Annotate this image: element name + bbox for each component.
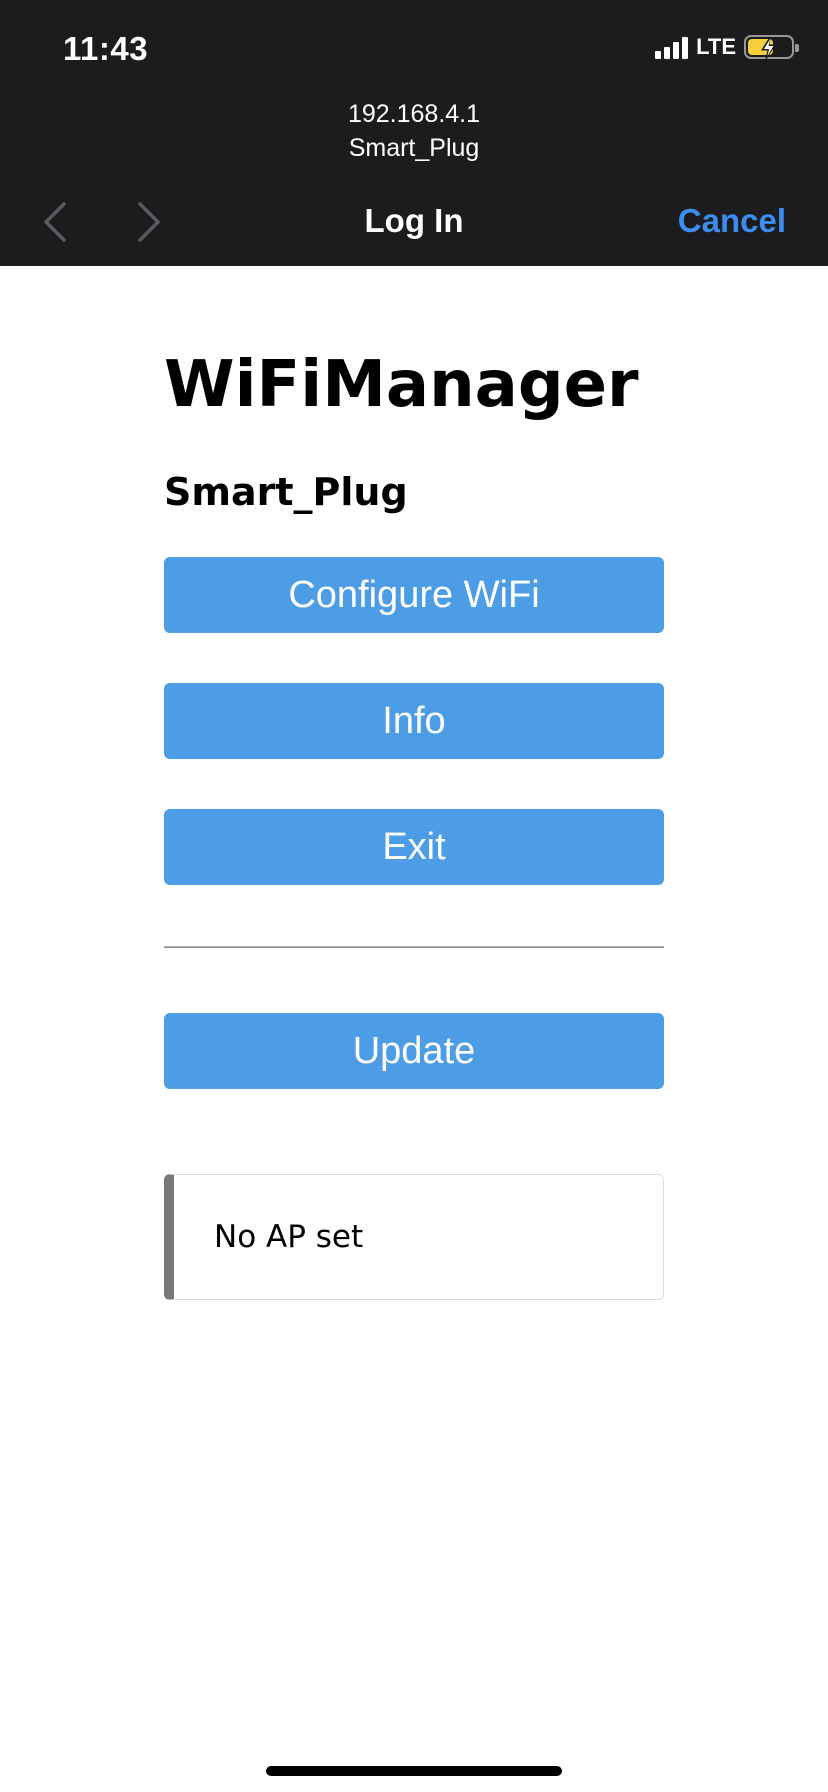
page-host: 192.168.4.1 — [347, 100, 481, 128]
page-title: WiFiManager — [164, 348, 639, 422]
battery-cap — [795, 44, 799, 52]
status-indicators: LTE — [655, 34, 799, 60]
cellular-signal-icon — [655, 35, 689, 59]
cancel-button[interactable]: Cancel — [678, 202, 786, 240]
info-button[interactable]: Info — [164, 683, 664, 759]
status-message-box: No AP set — [164, 1174, 664, 1300]
battery-icon — [744, 35, 799, 60]
exit-button[interactable]: Exit — [164, 809, 664, 885]
device-name: Smart_Plug — [164, 470, 408, 514]
status-message: No AP set — [214, 1219, 364, 1255]
status-time: 11:43 — [63, 30, 149, 67]
update-button[interactable]: Update — [164, 1013, 664, 1089]
home-indicator[interactable] — [266, 1766, 562, 1776]
charging-bolt-icon — [761, 36, 776, 60]
configure-wifi-button[interactable]: Configure WiFi — [164, 557, 664, 633]
page-title-label: Smart_Plug — [348, 134, 480, 162]
network-type: LTE — [696, 34, 736, 59]
divider — [164, 946, 664, 948]
browser-top-bar: 11:43 LTE 192.168.4.1 Smart_Plug Log In — [0, 0, 828, 266]
